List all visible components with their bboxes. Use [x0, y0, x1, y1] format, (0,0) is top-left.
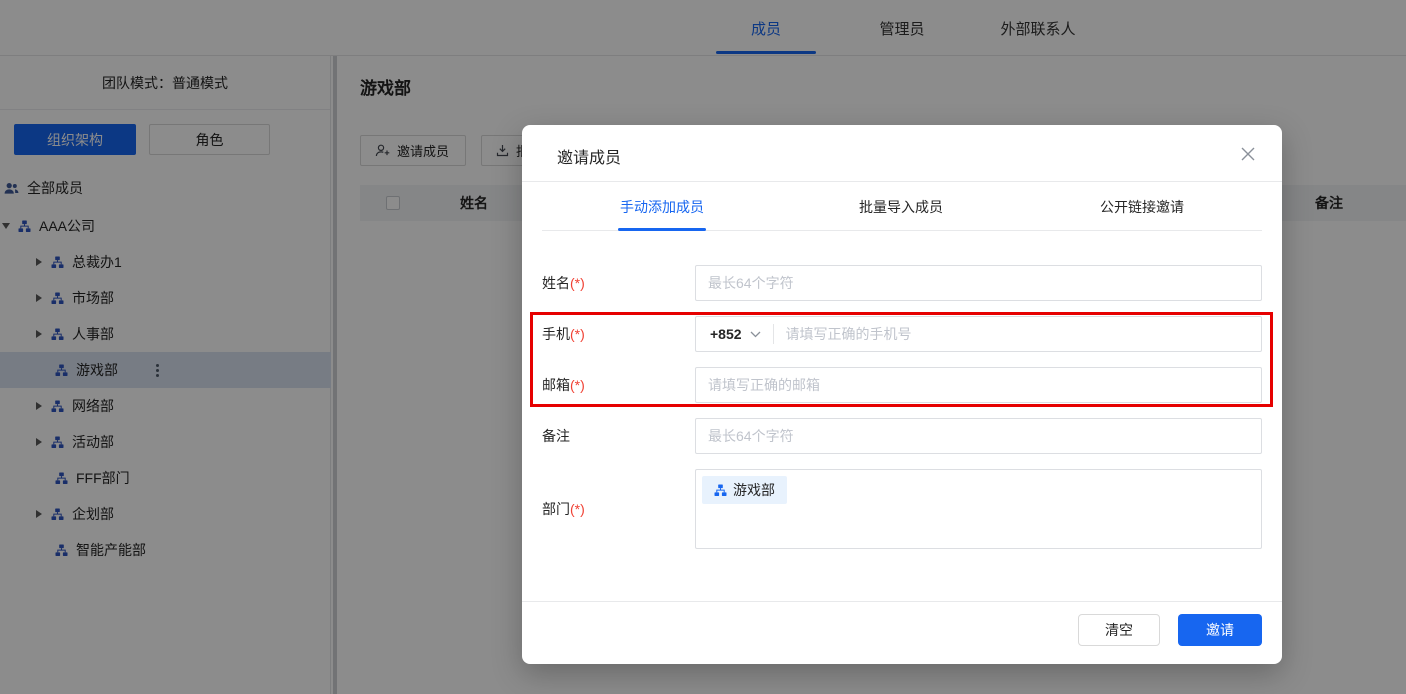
phone-input-wrap: +852 [695, 316, 1262, 352]
tab-public-link-label: 公开链接邀请 [1100, 198, 1184, 215]
country-code-select[interactable]: +852 [696, 326, 773, 342]
active-tab-underline [618, 228, 706, 231]
label-text: 手机 [542, 326, 570, 342]
label-text: 备注 [542, 428, 570, 444]
dialog-title: 邀请成员 [557, 150, 622, 167]
department-picker[interactable]: 游戏部 [695, 469, 1262, 549]
department-tag-label: 游戏部 [733, 482, 775, 498]
field-label-email: 邮箱(*) [542, 367, 585, 403]
field-label-phone: 手机(*) [542, 316, 585, 352]
close-icon[interactable] [1238, 144, 1258, 164]
country-code-value: +852 [710, 326, 742, 342]
required-mark: (*) [570, 275, 585, 291]
tab-public-link[interactable]: 公开链接邀请 [1098, 182, 1186, 231]
label-text: 姓名 [542, 275, 570, 291]
tab-batch-import-label: 批量导入成员 [859, 198, 943, 215]
required-mark: (*) [570, 501, 585, 517]
invite-button[interactable]: 邀请 [1178, 614, 1262, 646]
email-input[interactable] [696, 368, 1261, 402]
remark-input-wrap [695, 418, 1262, 454]
tab-batch-import[interactable]: 批量导入成员 [857, 182, 945, 231]
required-mark: (*) [570, 377, 585, 393]
department-tag[interactable]: 游戏部 [702, 476, 787, 504]
required-mark: (*) [570, 326, 585, 342]
clear-button[interactable]: 清空 [1078, 614, 1160, 646]
phone-input[interactable] [773, 317, 1261, 351]
dialog-header: 邀请成员 [522, 125, 1282, 182]
name-input-wrap [695, 265, 1262, 301]
label-text: 邮箱 [542, 377, 570, 393]
tab-manual-add[interactable]: 手动添加成员 [618, 182, 706, 231]
chevron-down-icon [750, 331, 761, 337]
tab-manual-add-label: 手动添加成员 [620, 198, 704, 215]
field-label-department: 部门(*) [542, 469, 585, 549]
label-text: 部门 [542, 501, 570, 517]
field-label-name: 姓名(*) [542, 265, 585, 301]
field-label-remark: 备注 [542, 418, 570, 454]
dialog-tabs: 手动添加成员 批量导入成员 公开链接邀请 [522, 182, 1282, 231]
name-input[interactable] [696, 266, 1261, 300]
org-node-icon [714, 484, 727, 496]
invite-member-dialog: 邀请成员 手动添加成员 批量导入成员 公开链接邀请 姓名(*) 手机(*) +8… [522, 125, 1282, 664]
dialog-footer: 清空 邀请 [522, 601, 1282, 664]
email-input-wrap [695, 367, 1262, 403]
remark-input[interactable] [696, 419, 1261, 453]
